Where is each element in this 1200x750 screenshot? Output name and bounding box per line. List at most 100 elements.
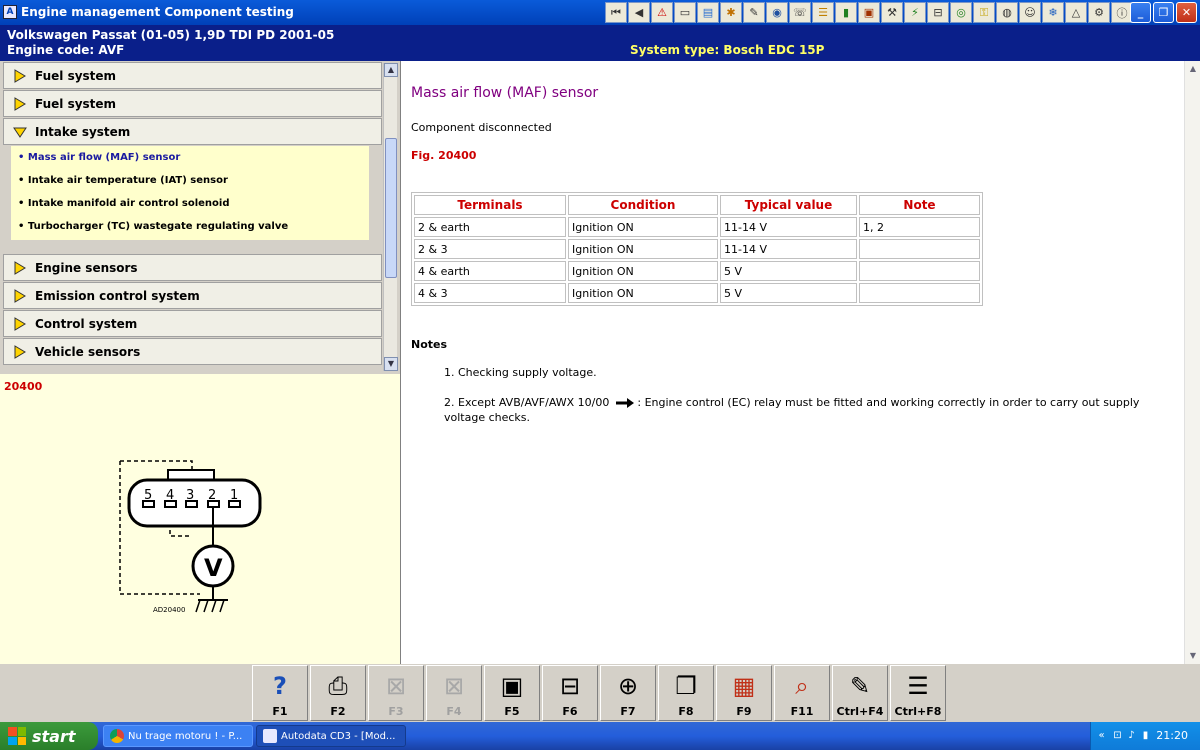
- table-row: 2 & earth Ignition ON 11-14 V 1, 2: [414, 217, 980, 237]
- f4-button[interactable]: ⊠ F4: [426, 665, 482, 721]
- subitem-manifold-solenoid[interactable]: • Intake manifold air control solenoid: [18, 198, 230, 209]
- f9-diagram-button[interactable]: ▦ F9: [716, 665, 772, 721]
- subitem-iat-sensor[interactable]: • Intake air temperature (IAT) sensor: [18, 175, 228, 186]
- subitem-maf-sensor[interactable]: • Mass air flow (MAF) sensor: [18, 152, 180, 163]
- minimize-icon[interactable]: _: [1130, 2, 1151, 23]
- alert-icon[interactable]: △: [1065, 2, 1087, 23]
- figure-panel: 20400 5 4 3 2 1 V AD20400: [0, 374, 400, 664]
- title-bar: A Engine management Component testing ⏮ …: [0, 0, 1200, 25]
- f11-search-button[interactable]: ⌕ F11: [774, 665, 830, 721]
- f6-button[interactable]: ⊟ F6: [542, 665, 598, 721]
- document-icon[interactable]: ▭: [674, 2, 696, 23]
- f8-book-button[interactable]: ❐ F8: [658, 665, 714, 721]
- subitem-wastegate-valve[interactable]: • Turbocharger (TC) wastegate regulating…: [18, 221, 288, 232]
- scroll-thumb[interactable]: [385, 138, 397, 278]
- table-cell: Ignition ON: [568, 217, 718, 237]
- book-icon: ❐: [675, 672, 697, 700]
- first-page-icon[interactable]: ⏮: [605, 2, 627, 23]
- zoom-icon: ⊕: [617, 672, 639, 700]
- table-cell: Ignition ON: [568, 261, 718, 281]
- taskbar-item-autodata[interactable]: Autodata CD3 - [Mod...: [256, 725, 406, 747]
- diagnostic-icon[interactable]: ☏: [789, 2, 811, 23]
- network-icon[interactable]: ⊡: [1111, 729, 1124, 742]
- scroll-up-icon[interactable]: ▲: [384, 63, 398, 77]
- system-tray: « ⊡ ♪ ▮ 21:20: [1090, 722, 1200, 750]
- test-values-table: Terminals Condition Typical value Note 2…: [411, 192, 983, 306]
- key-icon[interactable]: ⚿: [973, 2, 995, 23]
- pin-label: 4: [166, 488, 174, 503]
- brake-icon[interactable]: ◎: [950, 2, 972, 23]
- car-icon[interactable]: ▣: [858, 2, 880, 23]
- start-button[interactable]: start: [0, 722, 98, 750]
- arrow-right-icon: [615, 398, 634, 408]
- arrow-down-icon: [13, 127, 27, 138]
- volume-icon[interactable]: ♪: [1125, 729, 1138, 742]
- nav-item-label: Fuel system: [35, 96, 117, 111]
- scroll-up-icon[interactable]: ▲: [1185, 61, 1200, 77]
- top-toolbar: ⏮ ◀ ⚠ ▭ ▤ ✱ ✎ ◉ ☏ ☰ ▮ ▣ ⚒ ⚡ ⊟ ◎ ⚿ ◍ ☺ ❄ …: [605, 2, 1133, 23]
- tyre-icon[interactable]: ◍: [996, 2, 1018, 23]
- nav-item-control-system[interactable]: Control system: [3, 310, 382, 337]
- diagram-code: AD20400: [153, 606, 185, 614]
- meter-label: V: [204, 554, 223, 582]
- wrench-icon[interactable]: ✎: [743, 2, 765, 23]
- f2-print-button[interactable]: ⎙ F2: [310, 665, 366, 721]
- nav-item-fuel-system-1[interactable]: Fuel system: [3, 62, 382, 89]
- climate-icon[interactable]: ❄: [1042, 2, 1064, 23]
- taskbar-item-browser[interactable]: Nu trage motoru ! - P...: [103, 725, 253, 747]
- restore-icon[interactable]: ❐: [1153, 2, 1174, 23]
- content-scrollbar[interactable]: ▲ ▼: [1184, 61, 1200, 664]
- nav-item-engine-sensors[interactable]: Engine sensors: [3, 254, 382, 281]
- content-pane: Mass air flow (MAF) sensor Component dis…: [400, 61, 1200, 664]
- taskbar: start Nu trage motoru ! - P... Autodata …: [0, 722, 1200, 750]
- list-icon: ☰: [907, 672, 929, 700]
- chevron-left-icon[interactable]: «: [1095, 729, 1108, 742]
- service-icon[interactable]: ☰: [812, 2, 834, 23]
- pin-label: 5: [144, 488, 152, 503]
- table-cell: 11-14 V: [720, 239, 857, 259]
- table-row: 4 & 3 Ignition ON 5 V: [414, 283, 980, 303]
- nav-item-label: Vehicle sensors: [35, 344, 141, 359]
- scroll-down-icon[interactable]: ▼: [1185, 648, 1200, 664]
- window-title: Engine management Component testing: [21, 5, 294, 19]
- repair-icon[interactable]: ⚒: [881, 2, 903, 23]
- signal-icon[interactable]: ▮: [1139, 729, 1152, 742]
- table-cell: 1, 2: [859, 217, 980, 237]
- nav-item-fuel-system-2[interactable]: Fuel system: [3, 90, 382, 117]
- close-icon[interactable]: ✕: [1176, 2, 1197, 23]
- table-cell: Ignition ON: [568, 239, 718, 259]
- tools-icon[interactable]: ⚙: [1088, 2, 1110, 23]
- arrow-right-icon: [14, 288, 26, 303]
- electrical-icon[interactable]: ⚡: [904, 2, 926, 23]
- airbag-icon[interactable]: ☺: [1019, 2, 1041, 23]
- arrow-right-icon: [14, 96, 26, 111]
- nav-item-vehicle-sensors[interactable]: Vehicle sensors: [3, 338, 382, 365]
- figure-reference[interactable]: Fig. 20400: [411, 149, 476, 162]
- arrow-right-icon: [14, 260, 26, 275]
- f3-button[interactable]: ⊠ F3: [368, 665, 424, 721]
- component-icon: ▣: [500, 672, 524, 700]
- ctrl-f8-list-button[interactable]: ☰ Ctrl+F8: [890, 665, 946, 721]
- f1-help-button[interactable]: ? F1: [252, 665, 308, 721]
- column-header: Condition: [568, 195, 718, 215]
- nav-item-emission-control[interactable]: Emission control system: [3, 282, 382, 309]
- nav-scrollbar[interactable]: ▲ ▼: [383, 63, 398, 371]
- window-controls: _ ❐ ✕: [1130, 2, 1197, 23]
- wiring-icon[interactable]: ⊟: [927, 2, 949, 23]
- scroll-down-icon[interactable]: ▼: [384, 357, 398, 371]
- previous-page-icon[interactable]: ◀: [628, 2, 650, 23]
- ctrl-f4-notes-button[interactable]: ✎ Ctrl+F4: [832, 665, 888, 721]
- column-header: Note: [859, 195, 980, 215]
- chart-icon[interactable]: ▤: [697, 2, 719, 23]
- engine-icon[interactable]: ✱: [720, 2, 742, 23]
- timing-icon[interactable]: ◉: [766, 2, 788, 23]
- warning-icon[interactable]: ⚠: [651, 2, 673, 23]
- f7-zoom-button[interactable]: ⊕ F7: [600, 665, 656, 721]
- notes-icon: ✎: [849, 672, 871, 700]
- arrow-right-icon: [14, 344, 26, 359]
- battery-icon[interactable]: ▮: [835, 2, 857, 23]
- nav-item-intake-system[interactable]: Intake system: [3, 118, 382, 145]
- nav-item-label: Intake system: [35, 124, 131, 139]
- f5-button[interactable]: ▣ F5: [484, 665, 540, 721]
- table-cell: Ignition ON: [568, 283, 718, 303]
